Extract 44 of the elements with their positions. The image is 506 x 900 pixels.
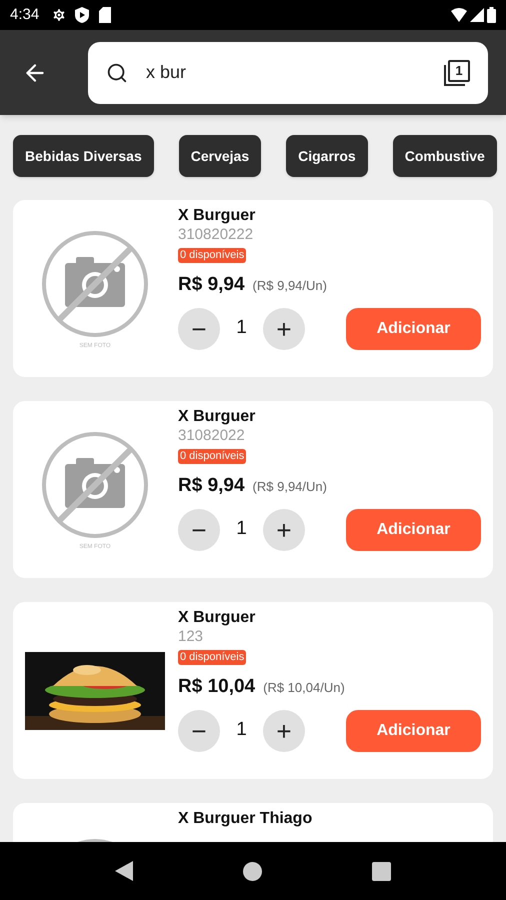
decrease-button[interactable]: − bbox=[178, 308, 220, 350]
stock-badge: 0 disponíveis bbox=[178, 248, 246, 263]
product-code: 31082022 bbox=[178, 427, 246, 445]
product-name: X Burguer bbox=[178, 407, 256, 427]
recents-nav-icon[interactable] bbox=[372, 862, 391, 880]
price: R$ 9,94 bbox=[178, 273, 245, 297]
category-chip[interactable]: Cervejas bbox=[178, 135, 262, 177]
price: R$ 9,94 bbox=[178, 474, 245, 498]
price: R$ 10,04 bbox=[178, 675, 256, 699]
back-nav-icon[interactable] bbox=[115, 861, 133, 881]
home-nav-icon[interactable] bbox=[243, 862, 262, 880]
status-time: 4:34 bbox=[10, 4, 40, 25]
product-name: X Burguer Thiago bbox=[178, 809, 314, 829]
wifi-icon bbox=[451, 8, 467, 22]
category-chip[interactable]: Cigarros bbox=[286, 135, 368, 177]
stock-badge: 0 disponíveis bbox=[178, 449, 246, 464]
increase-button[interactable]: + bbox=[263, 710, 305, 752]
decrease-button[interactable]: − bbox=[178, 508, 220, 550]
sd-card-icon bbox=[99, 7, 112, 23]
quantity: 1 bbox=[235, 316, 248, 340]
increase-button[interactable]: + bbox=[263, 308, 305, 350]
signal-icon bbox=[470, 8, 484, 22]
shield-icon bbox=[75, 7, 90, 23]
search-icon bbox=[106, 62, 128, 84]
product-name: X Burguer bbox=[178, 206, 256, 226]
search-field[interactable]: x bur 1 bbox=[88, 42, 488, 104]
product-name: X Burguer bbox=[178, 608, 256, 628]
stock-badge: 0 disponíveis bbox=[178, 650, 246, 665]
unit-price: (R$ 9,94/Un) bbox=[252, 277, 327, 295]
unit-price: (R$ 9,94/Un) bbox=[252, 478, 327, 496]
category-chip[interactable]: Bebidas Diversas bbox=[13, 135, 154, 177]
battery-icon bbox=[487, 7, 496, 23]
no-photo-icon bbox=[40, 228, 150, 338]
no-photo-icon bbox=[40, 430, 150, 540]
category-chip[interactable]: Combustive bbox=[392, 135, 497, 177]
quantity: 1 bbox=[235, 718, 248, 742]
increase-button[interactable]: + bbox=[263, 508, 305, 550]
quantity: 1 bbox=[235, 517, 248, 542]
decrease-button[interactable]: − bbox=[178, 710, 220, 752]
unit-price: (R$ 10,04/Un) bbox=[263, 679, 345, 697]
product-code: 123 bbox=[178, 628, 204, 646]
settings-icon bbox=[51, 7, 68, 23]
product-code: 310820222 bbox=[178, 226, 254, 244]
search-value: x bur bbox=[146, 61, 188, 84]
